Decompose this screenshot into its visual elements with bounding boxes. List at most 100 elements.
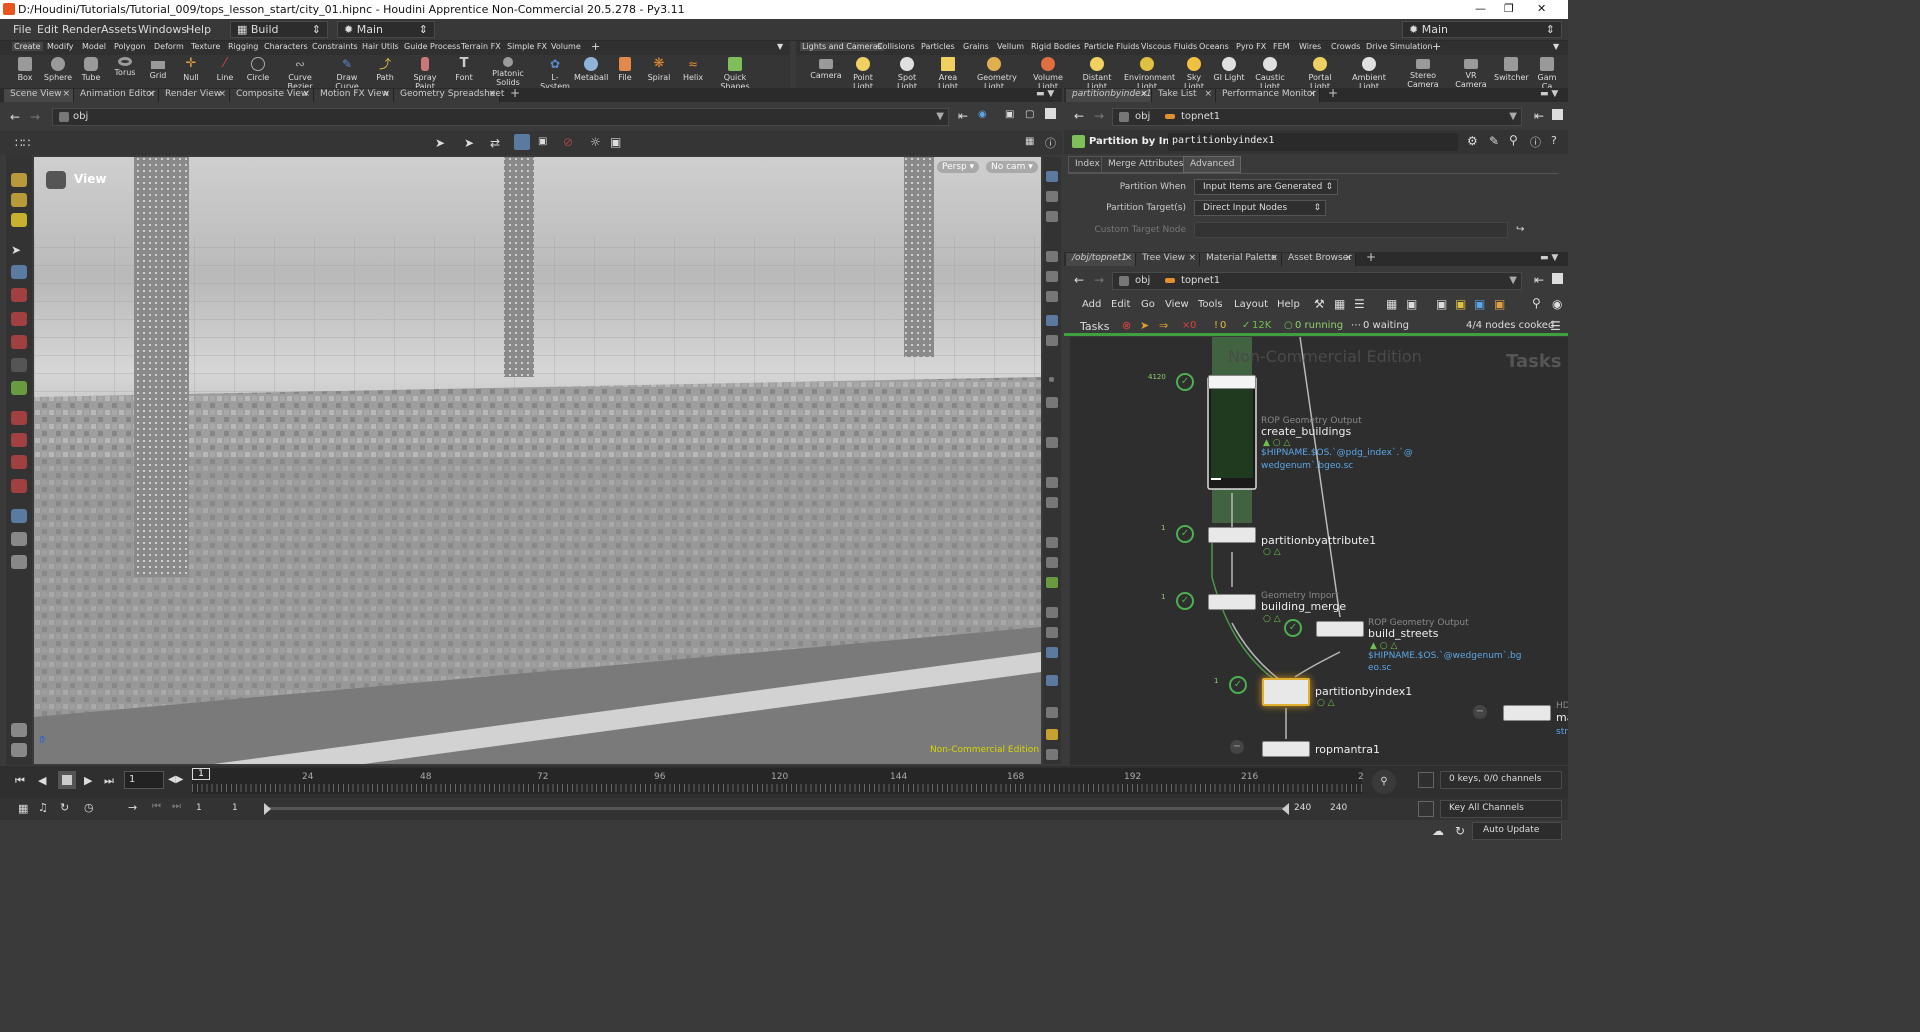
numbers-icon[interactable] <box>1046 437 1058 448</box>
tool-font[interactable]: T Font <box>447 56 481 83</box>
tool-file[interactable]: File <box>608 56 642 82</box>
node-name-field[interactable]: partitionbyindex1 <box>1168 133 1458 151</box>
node-chooser-icon[interactable]: ↪ <box>1516 224 1524 235</box>
tab-obj-topnet1[interactable]: /obj/topnet1 × <box>1066 253 1136 266</box>
menu-add[interactable]: Add <box>1082 299 1101 310</box>
uv-icon[interactable] <box>1046 537 1058 548</box>
display-options-icon[interactable]: ▢ <box>1025 109 1034 120</box>
partition-when-select[interactable]: Input Items are Generated ⇕ <box>1194 179 1338 195</box>
tool-point-light[interactable]: Point Light <box>844 56 882 91</box>
range-end-field[interactable]: 240 <box>1294 803 1311 813</box>
brush-icon[interactable]: ✎ <box>1489 134 1499 148</box>
maximize-pane-icon[interactable] <box>1552 109 1563 120</box>
range-slider[interactable] <box>266 807 1288 810</box>
tool-distant-light[interactable]: Distant Light <box>1074 56 1120 91</box>
wireframe-icon[interactable] <box>1046 271 1058 282</box>
close-icon[interactable]: × <box>218 89 226 99</box>
range-start-icon[interactable]: ⏮ <box>152 801 161 812</box>
step-frames-icon[interactable]: ◀▶ <box>168 774 183 785</box>
tool-vr-camera[interactable]: VR Camera <box>1452 56 1490 89</box>
tool-gamepad-camera[interactable]: Gam Ca <box>1532 56 1562 91</box>
chat-icon[interactable]: ☁ <box>1432 824 1444 838</box>
shelf-tab-crowds[interactable]: Crowds <box>1331 42 1360 51</box>
shelf-tab-deform[interactable]: Deform <box>154 42 184 51</box>
scale-tool-icon[interactable] <box>11 288 27 302</box>
play-icon[interactable]: ▶ <box>84 774 92 787</box>
shelf-tab-texture[interactable]: Texture <box>191 42 220 51</box>
pane-menu-icon[interactable]: ▬ ▼ <box>1534 253 1564 266</box>
background-icon[interactable] <box>1046 335 1058 346</box>
scene-viewport[interactable]: View Persp ▾ No cam ▾ Non-Commercial Edi… <box>34 157 1041 764</box>
handle-tool-icon[interactable] <box>11 213 27 227</box>
visualizer-icon[interactable] <box>1046 607 1058 618</box>
tool-helix[interactable]: ≈ Helix <box>676 56 710 82</box>
maximize-icon[interactable]: ❐ <box>1504 2 1514 15</box>
tab-composite-view[interactable]: Composite View × <box>230 89 314 102</box>
tool-circle[interactable]: Circle <box>241 56 275 82</box>
tab-performance-monitor[interactable]: Performance Monitor × <box>1216 89 1320 102</box>
tool-metaball[interactable]: Metaball <box>574 56 608 82</box>
pointer-tool-icon[interactable]: ➤ <box>11 243 27 257</box>
info-icon[interactable]: ⓘ <box>1530 134 1541 150</box>
shelf-tab-collisions[interactable]: Collisions <box>877 42 915 51</box>
close-icon[interactable]: ✕ <box>1537 2 1546 15</box>
select-edges-icon[interactable]: ⇄ <box>490 136 500 150</box>
help-icon[interactable]: ⓘ <box>1045 135 1056 151</box>
cook-output-icon[interactable]: ⇒ <box>1159 319 1168 332</box>
add-tab-icon[interactable]: + <box>1360 250 1382 264</box>
add-shelf-icon[interactable]: + <box>591 40 600 53</box>
select-tool-icon[interactable] <box>11 173 27 187</box>
close-icon[interactable]: × <box>1308 89 1316 99</box>
visibility-icon[interactable]: ☼ <box>590 135 601 149</box>
list-icon[interactable]: ☰ <box>1354 297 1365 311</box>
shelf-tab-viscous-fluids[interactable]: Viscous Fluids <box>1141 42 1197 51</box>
image-icon[interactable]: ▣ <box>1436 297 1447 311</box>
shelf-tab-grains[interactable]: Grains <box>963 42 989 51</box>
shelf-tab-create[interactable]: Create <box>12 42 43 51</box>
playhead[interactable]: 1 <box>192 768 210 780</box>
parameter-path-field[interactable]: obj topnet1 ▼ <box>1112 108 1522 126</box>
tool-grid[interactable]: Grid <box>141 56 175 80</box>
shelf-tab-guide-process[interactable]: Guide Process <box>404 42 460 51</box>
tool-switcher[interactable]: Switcher <box>1494 56 1529 82</box>
chevron-down-icon[interactable]: ▼ <box>1509 275 1517 286</box>
menu-assets[interactable]: Assets <box>101 23 137 36</box>
menu-help[interactable]: Help <box>186 23 211 36</box>
help-icon[interactable]: ? <box>1551 134 1557 147</box>
snap-prim-icon[interactable] <box>11 433 27 447</box>
node-partitionbyindex1[interactable] <box>1262 678 1310 706</box>
grid-menu-icon[interactable]: ∷∷ <box>15 136 30 150</box>
path-topnet-label[interactable]: topnet1 <box>1181 275 1220 286</box>
snapshot-view-icon[interactable] <box>1046 647 1058 658</box>
normal-display-icon[interactable] <box>1046 397 1058 408</box>
tab-animation-editor[interactable]: Animation Editor × <box>74 89 159 102</box>
align-icon[interactable]: ▦ <box>1334 297 1345 311</box>
layout-icon[interactable] <box>1046 729 1058 740</box>
shelf-tab-particles[interactable]: Particles <box>921 42 955 51</box>
network-dropdown[interactable]: ✹ Main ⇕ <box>337 21 435 38</box>
eye-icon[interactable]: ◉ <box>1552 297 1562 311</box>
tool-stereo-camera[interactable]: Stereo Camera <box>1406 56 1440 89</box>
close-icon[interactable]: × <box>1124 253 1132 263</box>
toolbar-options-icon[interactable]: ▦ <box>1025 136 1034 147</box>
tool-draw-curve[interactable]: ✎ Draw Curve <box>328 56 366 91</box>
maximize-pane-icon[interactable] <box>1552 273 1563 284</box>
menu-go[interactable]: Go <box>1141 299 1155 310</box>
shelf-menu-icon[interactable]: ▼ <box>777 42 783 51</box>
select-objects-icon[interactable]: ▣ <box>538 136 547 147</box>
hull-icon[interactable] <box>1046 477 1058 488</box>
shelf-tab-oceans[interactable]: Oceans <box>1199 42 1229 51</box>
camera-tool-icon[interactable] <box>11 509 27 523</box>
partition-targets-select[interactable]: Direct Input Nodes ⇕ <box>1194 200 1326 216</box>
close-icon[interactable]: × <box>62 89 70 99</box>
tool-ambient-light[interactable]: Ambient Light <box>1346 56 1392 91</box>
tool-spray-paint[interactable]: Spray Paint <box>405 56 445 91</box>
tool-gi-light[interactable]: GI Light <box>1212 56 1246 82</box>
select-faces-icon[interactable] <box>514 134 530 150</box>
gear-icon[interactable]: ⚙ <box>1467 134 1478 148</box>
path-topnet-label[interactable]: topnet1 <box>1181 111 1220 122</box>
audio-scrub-icon[interactable]: ♫ <box>38 801 48 814</box>
link-icon[interactable]: ◉ <box>978 109 987 120</box>
viewer-path-field[interactable]: obj ▼ <box>52 108 949 126</box>
view-tool-icon[interactable] <box>11 381 27 395</box>
